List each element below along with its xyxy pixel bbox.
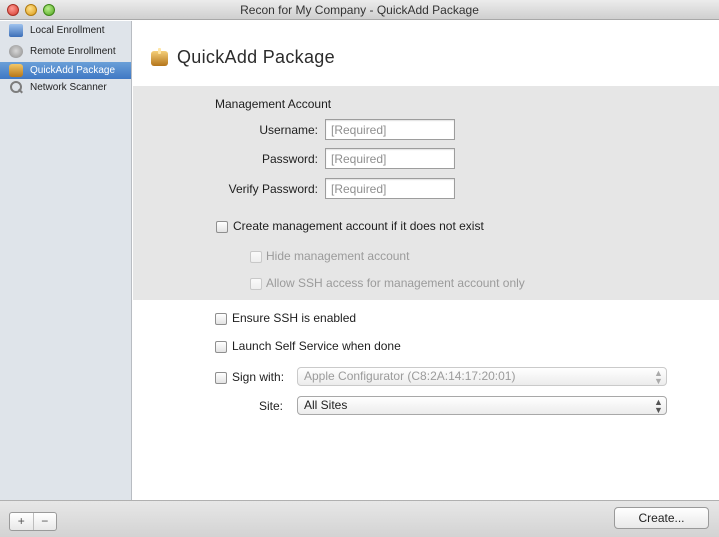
local-enrollment-icon bbox=[9, 24, 23, 37]
sign-with-popup[interactable]: Apple Configurator (C8:2A:14:17:20:01) ▲… bbox=[297, 367, 667, 386]
ensure-ssh-checkbox[interactable] bbox=[215, 313, 227, 325]
sidebar-item-label: Network Scanner bbox=[30, 82, 107, 93]
sidebar-item-remote-enrollment[interactable]: Remote Enrollment bbox=[0, 43, 131, 60]
create-button[interactable]: Create... bbox=[614, 507, 709, 529]
sign-with-checkbox[interactable] bbox=[215, 372, 227, 384]
hide-account-checkbox[interactable] bbox=[250, 251, 262, 263]
add-button[interactable]: + bbox=[10, 513, 34, 530]
verify-password-label: Verify Password: bbox=[228, 182, 318, 196]
bottom-bar: + − bbox=[0, 500, 719, 537]
page-title: QuickAdd Package bbox=[177, 47, 335, 67]
remote-enrollment-icon bbox=[9, 45, 23, 58]
title-bar: Recon for My Company - QuickAdd Package bbox=[0, 0, 719, 20]
sidebar-item-local-enrollment[interactable]: Local Enrollment bbox=[0, 22, 131, 39]
updown-chevron-icon: ▲ ▼ bbox=[654, 368, 663, 386]
section-title: Management Account bbox=[215, 97, 332, 111]
password-label: Password: bbox=[261, 152, 318, 166]
sidebar-item-network-scanner[interactable]: Network Scanner bbox=[0, 79, 131, 96]
sign-with-value: Apple Configurator (C8:2A:14:17:20:01) bbox=[304, 369, 516, 383]
ensure-ssh-label: Ensure SSH is enabled bbox=[232, 311, 357, 325]
sidebar-item-quickadd-package[interactable]: QuickAdd Package bbox=[0, 62, 131, 79]
site-label: Site: bbox=[259, 399, 284, 413]
launch-self-service-checkbox[interactable] bbox=[215, 341, 227, 353]
remove-button[interactable]: − bbox=[34, 513, 57, 530]
sidebar-item-label: QuickAdd Package bbox=[30, 65, 116, 76]
verify-password-input[interactable] bbox=[325, 178, 455, 199]
username-input[interactable] bbox=[325, 119, 455, 140]
launch-self-service-label: Launch Self Service when done bbox=[232, 339, 401, 353]
window-title: Recon for My Company - QuickAdd Package bbox=[240, 3, 479, 17]
package-icon bbox=[9, 64, 23, 77]
sign-with-label: Sign with: bbox=[232, 370, 285, 384]
magnifier-icon bbox=[9, 81, 23, 94]
create-account-checkbox[interactable] bbox=[216, 221, 228, 233]
sidebar: Local Enrollment Remote Enrollment Quick… bbox=[0, 21, 132, 500]
site-popup[interactable]: All Sites ▲ ▼ bbox=[297, 396, 667, 415]
hide-account-label: Hide management account bbox=[266, 249, 410, 263]
allow-ssh-checkbox[interactable] bbox=[250, 278, 262, 290]
site-value: All Sites bbox=[304, 398, 348, 412]
package-icon bbox=[151, 48, 168, 66]
password-input[interactable] bbox=[325, 148, 455, 169]
add-remove-control: + − bbox=[9, 512, 57, 531]
sidebar-item-label: Remote Enrollment bbox=[30, 46, 116, 57]
username-label: Username: bbox=[259, 123, 318, 137]
sidebar-item-label: Local Enrollment bbox=[30, 25, 105, 36]
allow-ssh-label: Allow SSH access for management account … bbox=[266, 276, 525, 290]
create-account-label: Create management account if it does not… bbox=[233, 219, 484, 233]
updown-chevron-icon: ▲ ▼ bbox=[654, 397, 663, 415]
